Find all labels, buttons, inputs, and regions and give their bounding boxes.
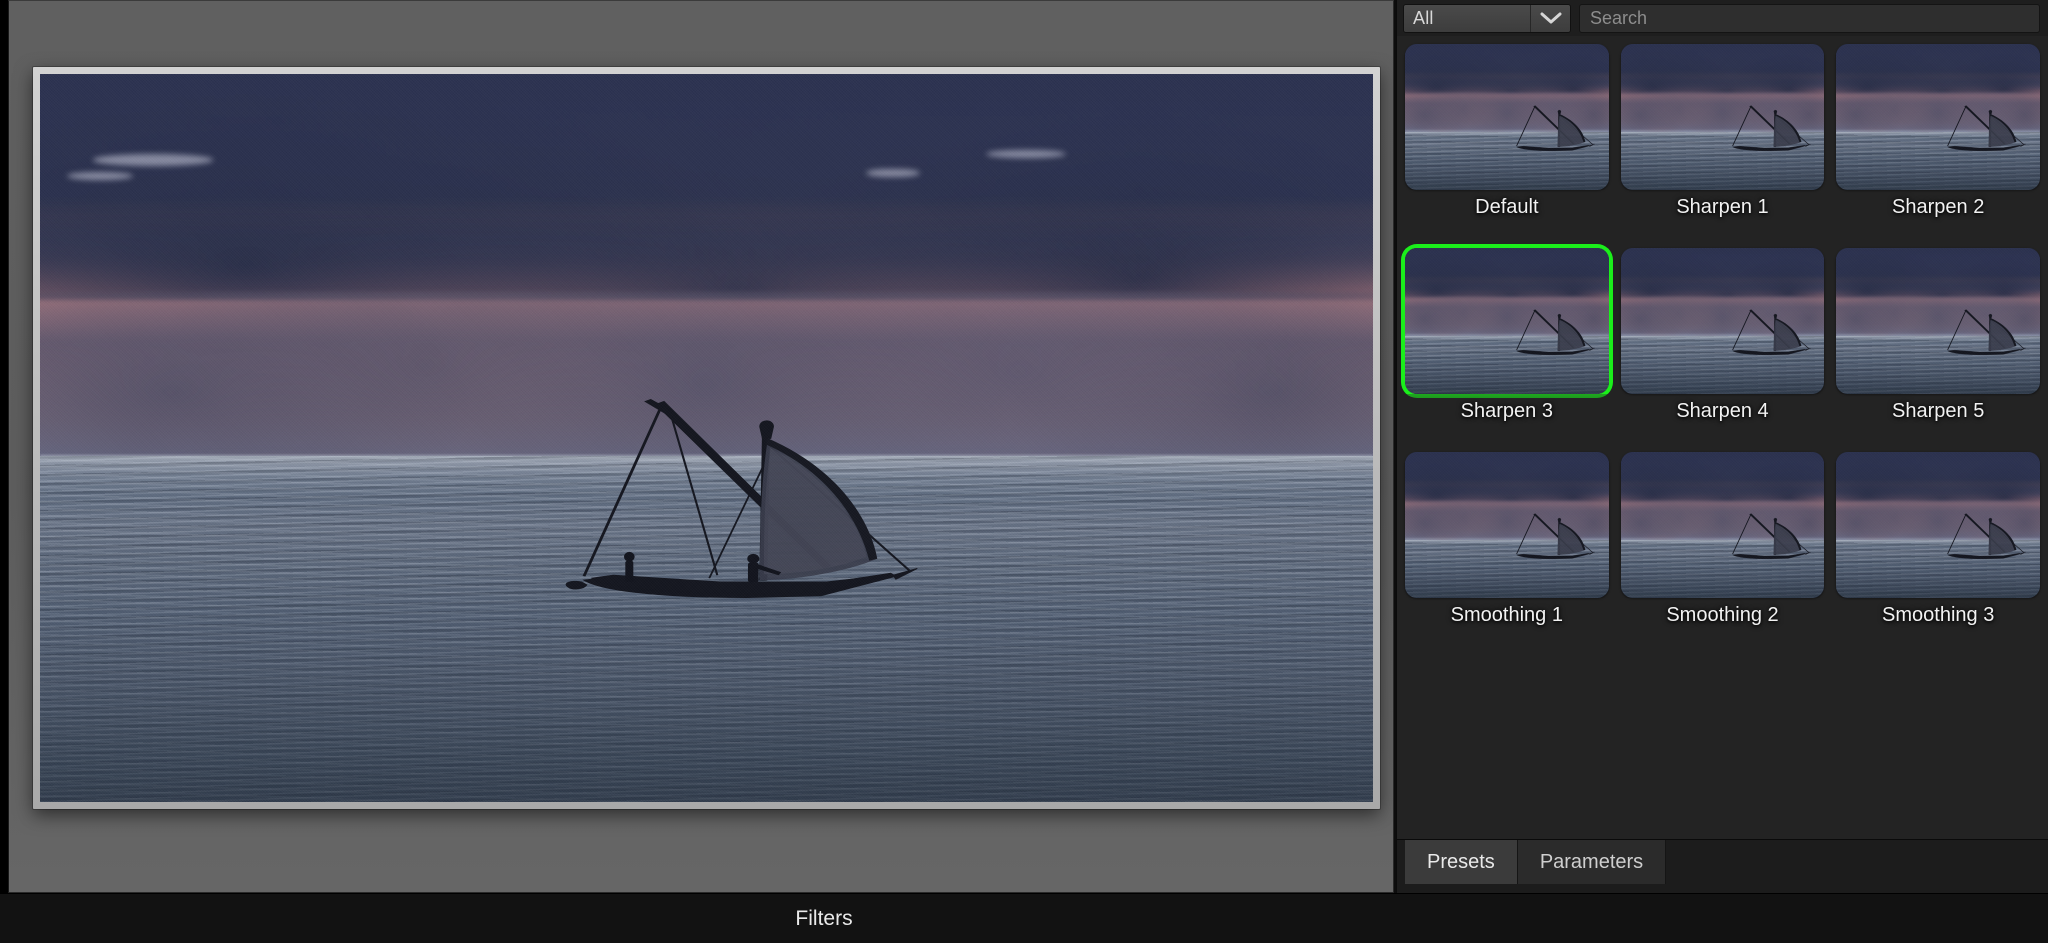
preset-thumbnail[interactable] — [1405, 44, 1609, 190]
thumb-cloud-upper — [1620, 452, 1825, 502]
status-bar: Filters — [0, 893, 2048, 943]
photo-cloud-upper — [40, 74, 1373, 300]
preset-thumbnail-reflection — [1405, 190, 1609, 236]
page-title: Filters — [795, 906, 853, 930]
thumb-cloud-upper — [1620, 44, 1825, 94]
preset-tile[interactable]: Smoothing 3 — [1836, 452, 2040, 644]
preset-thumbnail[interactable] — [1620, 248, 1825, 394]
filters-panel: All Search Default Sharpen 1 Sharpen 2 S… — [1396, 0, 2048, 893]
preset-tile[interactable]: Sharpen 1 — [1620, 44, 1825, 236]
thumb-sailboat — [1942, 298, 2036, 365]
category-dropdown-value: All — [1404, 4, 1530, 32]
window-left-edge — [0, 0, 8, 893]
thumb-cloud-upper — [1405, 248, 1609, 298]
preset-tile[interactable]: Default — [1405, 44, 1609, 236]
preset-tile[interactable]: Smoothing 1 — [1405, 452, 1609, 644]
thumb-cloud-upper — [1836, 248, 2040, 298]
thumb-sailboat — [1727, 94, 1821, 161]
preset-tile[interactable]: Sharpen 4 — [1620, 248, 1825, 440]
chevron-down-icon[interactable] — [1530, 4, 1570, 32]
preset-thumbnail-reflection — [1836, 394, 2040, 440]
preset-thumbnail[interactable] — [1836, 44, 2040, 190]
preset-thumbnail[interactable] — [1620, 452, 1825, 598]
thumb-cloud-upper — [1405, 44, 1609, 94]
image-canvas[interactable] — [8, 0, 1394, 893]
photo-sailboat — [560, 351, 960, 642]
preset-thumbnail[interactable] — [1405, 452, 1609, 598]
preset-tile[interactable]: Smoothing 2 — [1620, 452, 1825, 644]
thumb-sailboat — [1511, 298, 1605, 365]
category-dropdown[interactable]: All — [1403, 3, 1571, 33]
preset-grid: Default Sharpen 1 Sharpen 2 Sharpen 3 Sh… — [1397, 36, 2048, 839]
preset-thumbnail-reflection — [1620, 394, 1825, 440]
thumb-sailboat — [1727, 298, 1821, 365]
search-input[interactable]: Search — [1579, 3, 2040, 33]
preset-thumbnail[interactable] — [1620, 44, 1825, 190]
preset-thumbnail-reflection — [1405, 598, 1609, 644]
thumb-sailboat — [1511, 502, 1605, 569]
thumb-sailboat — [1942, 502, 2036, 569]
search-placeholder: Search — [1590, 7, 1648, 28]
preset-thumbnail[interactable] — [1836, 248, 2040, 394]
preset-thumbnail-reflection — [1620, 190, 1825, 236]
preview-image-frame[interactable] — [33, 67, 1380, 809]
filters-window: All Search Default Sharpen 1 Sharpen 2 S… — [0, 0, 2048, 943]
thumb-sailboat — [1727, 502, 1821, 569]
thumb-sailboat — [1942, 94, 2036, 161]
preview-image — [40, 74, 1373, 802]
panel-toolbar: All Search — [1397, 0, 2048, 36]
thumb-cloud-upper — [1620, 248, 1825, 298]
thumb-sailboat — [1511, 94, 1605, 161]
tab-presets[interactable]: Presets — [1405, 840, 1518, 884]
preset-tile[interactable]: Sharpen 5 — [1836, 248, 2040, 440]
preset-thumbnail-reflection — [1836, 190, 2040, 236]
preset-thumbnail-reflection — [1620, 598, 1825, 644]
photo-cloud-wisp — [93, 154, 214, 166]
preset-thumbnail[interactable] — [1836, 452, 2040, 598]
thumb-cloud-upper — [1836, 44, 2040, 94]
preset-thumbnail[interactable] — [1405, 248, 1609, 394]
thumb-cloud-upper — [1405, 452, 1609, 502]
thumb-cloud-upper — [1836, 452, 2040, 502]
panel-tab-bar: Presets Parameters — [1397, 839, 2048, 893]
tab-parameters[interactable]: Parameters — [1517, 840, 1667, 884]
preset-thumbnail-reflection — [1836, 598, 2040, 644]
preset-thumbnail-reflection — [1405, 394, 1609, 440]
preset-tile[interactable]: Sharpen 3 — [1405, 248, 1609, 440]
preset-tile[interactable]: Sharpen 2 — [1836, 44, 2040, 236]
